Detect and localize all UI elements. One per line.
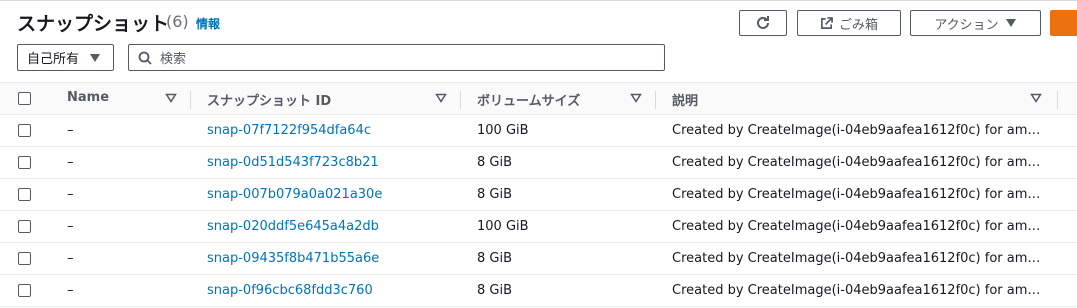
sort-icon[interactable] xyxy=(435,93,447,103)
snapshot-id-link[interactable]: snap-0d51d543f723c8b21 xyxy=(207,155,379,170)
sort-icon[interactable] xyxy=(1030,93,1042,103)
description: Created by CreateImage(i-04eb9aafea1612f… xyxy=(672,251,1044,266)
description: Created by CreateImage(i-04eb9aafea1612f… xyxy=(672,187,1044,202)
row-checkbox[interactable] xyxy=(18,284,31,297)
snapshot-count: (6) xyxy=(166,12,189,31)
column-header-snapshot-id[interactable]: スナップショット ID xyxy=(207,90,331,109)
top-border xyxy=(0,0,1077,1)
recycle-bin-button[interactable]: ごみ箱 xyxy=(797,10,901,36)
row-name: – xyxy=(67,123,74,138)
column-separator xyxy=(460,91,461,109)
description: Created by CreateImage(i-04eb9aafea1612f… xyxy=(672,155,1044,170)
search-icon xyxy=(138,51,152,65)
volume-size: 8 GiB xyxy=(477,283,513,298)
snapshot-id-link[interactable]: snap-09435f8b471b55a6e xyxy=(207,251,379,266)
caret-down-icon xyxy=(1005,19,1016,27)
volume-size: 100 GiB xyxy=(477,219,529,234)
table-row[interactable]: – snap-0f96cbc68fdd3c760 8 GiB Created b… xyxy=(0,275,1077,307)
row-checkbox[interactable] xyxy=(18,124,31,137)
volume-size: 100 GiB xyxy=(477,123,529,138)
search-placeholder: 検索 xyxy=(160,52,187,67)
snapshot-id-link[interactable]: snap-007b079a0a021a30e xyxy=(207,187,382,202)
select-all-checkbox[interactable] xyxy=(18,92,31,105)
actions-button[interactable]: アクション xyxy=(910,10,1041,36)
description: Created by CreateImage(i-04eb9aafea1612f… xyxy=(672,219,1044,234)
actions-label: アクション xyxy=(934,17,999,33)
row-checkbox[interactable] xyxy=(18,220,31,233)
row-name: – xyxy=(67,155,74,170)
primary-action-button[interactable] xyxy=(1050,10,1077,36)
refresh-icon xyxy=(757,16,769,29)
column-separator xyxy=(655,91,656,109)
description: Created by CreateImage(i-04eb9aafea1612f… xyxy=(672,283,1044,298)
column-header-volume-size[interactable]: ボリュームサイズ xyxy=(477,90,580,109)
page-title: スナップショット xyxy=(17,13,170,35)
volume-size: 8 GiB xyxy=(477,251,513,266)
row-name: – xyxy=(67,219,74,234)
table-row[interactable]: – snap-007b079a0a021a30e 8 GiB Created b… xyxy=(0,179,1077,211)
table-row[interactable]: – snap-020ddf5e645a4a2db 100 GiB Created… xyxy=(0,211,1077,243)
sort-icon[interactable] xyxy=(630,93,642,103)
snapshot-id-link[interactable]: snap-020ddf5e645a4a2db xyxy=(207,219,379,234)
row-name: – xyxy=(67,187,74,202)
column-separator xyxy=(1057,91,1058,109)
description: Created by CreateImage(i-04eb9aafea1612f… xyxy=(672,123,1044,138)
row-checkbox[interactable] xyxy=(18,156,31,169)
sort-icon[interactable] xyxy=(165,93,177,103)
volume-size: 8 GiB xyxy=(477,155,513,170)
recycle-bin-label: ごみ箱 xyxy=(838,17,878,33)
table-header: Name スナップショット ID ボリュームサイズ 説明 xyxy=(0,82,1077,115)
caret-down-icon xyxy=(90,53,101,62)
table-row[interactable]: – snap-07f7122f954dfa64c 100 GiB Created… xyxy=(0,115,1077,147)
column-header-description[interactable]: 説明 xyxy=(672,90,698,109)
row-checkbox[interactable] xyxy=(18,188,31,201)
search-input[interactable]: 検索 xyxy=(128,44,665,71)
external-link-icon xyxy=(821,16,833,29)
row-name: – xyxy=(67,283,74,298)
owner-filter-select[interactable]: 自己所有 xyxy=(17,44,114,71)
row-checkbox[interactable] xyxy=(18,252,31,265)
volume-size: 8 GiB xyxy=(477,187,513,202)
column-header-name[interactable]: Name xyxy=(67,90,109,105)
info-link[interactable]: 情報 xyxy=(196,15,220,32)
refresh-button[interactable] xyxy=(739,10,787,36)
table-row[interactable]: – snap-0d51d543f723c8b21 8 GiB Created b… xyxy=(0,147,1077,179)
snapshot-id-link[interactable]: snap-07f7122f954dfa64c xyxy=(207,123,371,138)
row-name: – xyxy=(67,251,74,266)
snapshot-id-link[interactable]: snap-0f96cbc68fdd3c760 xyxy=(207,283,373,298)
owner-filter-value: 自己所有 xyxy=(27,52,80,67)
table-row[interactable]: – snap-09435f8b471b55a6e 8 GiB Created b… xyxy=(0,243,1077,275)
column-separator xyxy=(190,91,191,109)
